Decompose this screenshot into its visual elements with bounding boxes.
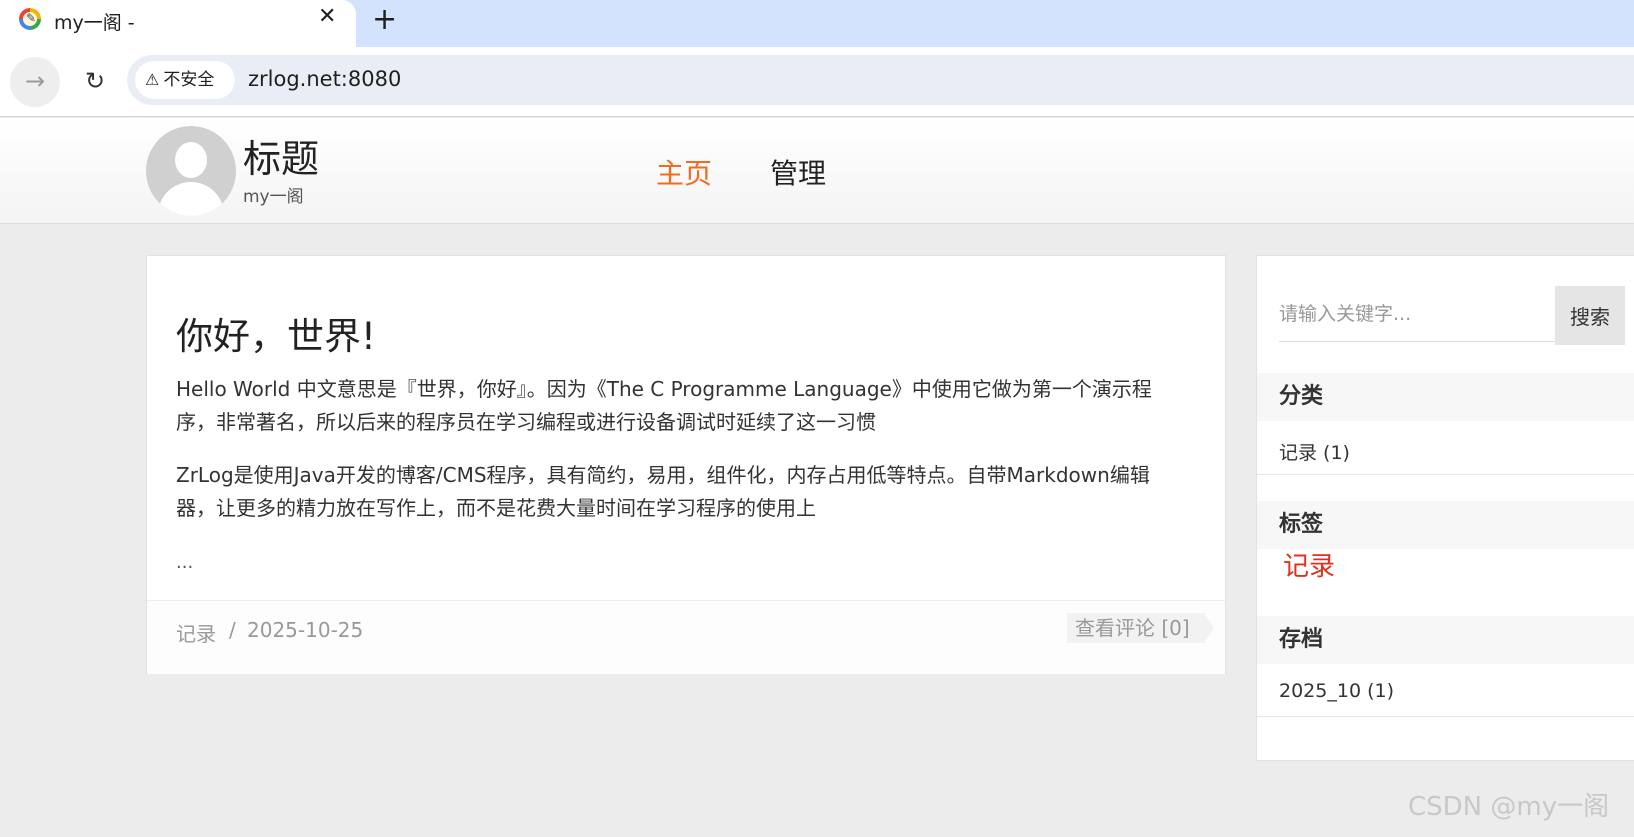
address-bar[interactable]: ⚠ 不安全 zrlog.net:8080 [127,55,1634,105]
security-indicator[interactable]: ⚠ 不安全 [135,61,235,99]
archive-item[interactable]: 2025_10 (1) [1279,680,1394,702]
url-text[interactable]: zrlog.net:8080 [248,67,401,91]
search-button[interactable]: 搜索 [1555,286,1625,345]
avatar-head-shape [175,142,207,178]
tag-item[interactable]: 记录 [1283,546,1335,583]
article-footer: 记录 / 2025-10-25 查看评论 [0] [147,600,1225,674]
meta-separator: / [229,618,236,642]
tags-heading: 标签 [1257,501,1634,549]
divider [1257,474,1634,475]
article-date: 2025-10-25 [247,618,364,642]
avatar-body-shape [158,182,224,216]
search-input[interactable] [1279,286,1559,342]
nav-item-admin[interactable]: 管理 [770,152,826,192]
browser-toolbar: → ↻ ⚠ 不安全 zrlog.net:8080 [0,47,1634,117]
categories-heading: 分类 [1257,373,1634,421]
warning-triangle-icon: ⚠ [145,70,160,89]
site-favicon-icon: ✎ [19,8,41,30]
divider [1257,716,1634,717]
view-comments-link[interactable]: 查看评论 [0] [1067,613,1214,643]
new-tab-icon[interactable]: + [372,2,397,37]
browser-tab[interactable]: ✎ my一阁 - ✕ [0,0,356,47]
tab-title: my一阁 - [54,12,135,34]
sidebar: 搜索 分类 记录 (1) 标签 记录 存档 2025_10 (1) [1256,255,1634,761]
forward-arrow-icon[interactable]: → [10,57,60,107]
close-tab-icon[interactable]: ✕ [318,4,336,29]
watermark: CSDN @my一阁 [1408,792,1610,822]
article-title[interactable]: 你好，世界! [176,306,376,360]
site-subtitle: my一阁 [243,187,304,207]
security-label: 不安全 [163,70,215,90]
avatar[interactable] [146,126,236,216]
read-more-ellipsis: ... [176,552,194,573]
reload-icon[interactable]: ↻ [70,57,120,107]
archive-heading: 存档 [1257,616,1634,664]
category-item[interactable]: 记录 (1) [1279,438,1350,465]
site-title[interactable]: 标题 [243,128,319,183]
article-card: 你好，世界! Hello World 中文意思是『世界，你好』。因为《The C… [146,255,1226,674]
article-paragraph: ZrLog是使用Java开发的博客/CMS程序，具有简约，易用，组件化，内存占用… [176,463,1150,520]
nav-item-home[interactable]: 主页 [656,152,712,192]
tab-strip: ✎ my一阁 - ✕ + [0,0,1634,47]
article-category-link[interactable]: 记录 [176,618,216,647]
site-header: 标题 my一阁 主页 管理 [0,118,1634,224]
article-paragraph: Hello World 中文意思是『世界，你好』。因为《The C Progra… [176,377,1152,434]
